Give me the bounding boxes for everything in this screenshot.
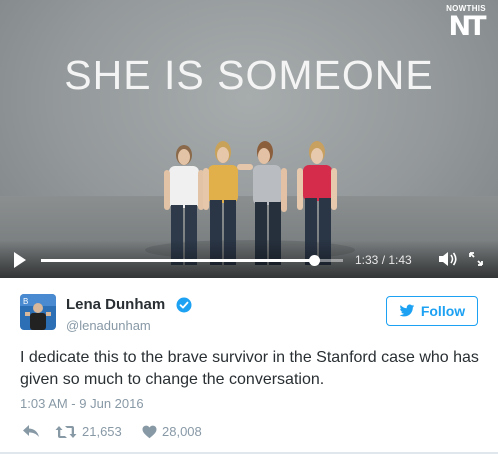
twitter-bird-icon xyxy=(399,304,415,317)
video-frame-people xyxy=(145,141,355,265)
follow-button[interactable]: Follow xyxy=(386,296,478,326)
tweet-text: I dedicate this to the brave survivor in… xyxy=(20,349,479,388)
like-count: 28,008 xyxy=(162,424,202,439)
follow-label: Follow xyxy=(420,303,466,319)
tweet-timestamp[interactable]: 1:03 AM - 9 Jun 2016 xyxy=(20,396,144,411)
fullscreen-icon[interactable] xyxy=(468,251,484,267)
svg-text:B: B xyxy=(23,297,28,306)
author-handle[interactable]: @lenadunham xyxy=(66,318,151,333)
retweet-icon xyxy=(55,425,77,438)
progress-bar[interactable] xyxy=(41,255,343,266)
retweet-button[interactable]: 21,653 xyxy=(55,424,122,439)
brand-watermark: NOWTHIS NT xyxy=(440,4,492,40)
progress-handle[interactable] xyxy=(308,255,320,266)
retweet-count: 21,653 xyxy=(82,424,122,439)
avatar[interactable]: B xyxy=(20,294,56,330)
video-controls: 1:33 / 1:43 xyxy=(0,240,498,278)
volume-icon[interactable] xyxy=(438,251,458,267)
brand-logo: NT xyxy=(448,11,486,42)
author-name[interactable]: Lena Dunham xyxy=(66,296,165,313)
progress-fill xyxy=(41,259,314,262)
reply-icon xyxy=(23,425,39,437)
play-icon[interactable] xyxy=(14,252,26,268)
verified-badge-icon xyxy=(176,297,192,313)
time-display: 1:33 / 1:43 xyxy=(355,253,412,267)
heart-icon xyxy=(142,425,157,438)
like-button[interactable]: 28,008 xyxy=(142,424,202,439)
video-headline: SHE IS SOMEONE xyxy=(64,52,434,98)
reply-button[interactable] xyxy=(22,424,40,438)
video-player[interactable]: SHE IS SOMEONE NOWTHIS NT 1:33 / 1:43 xyxy=(0,0,498,278)
